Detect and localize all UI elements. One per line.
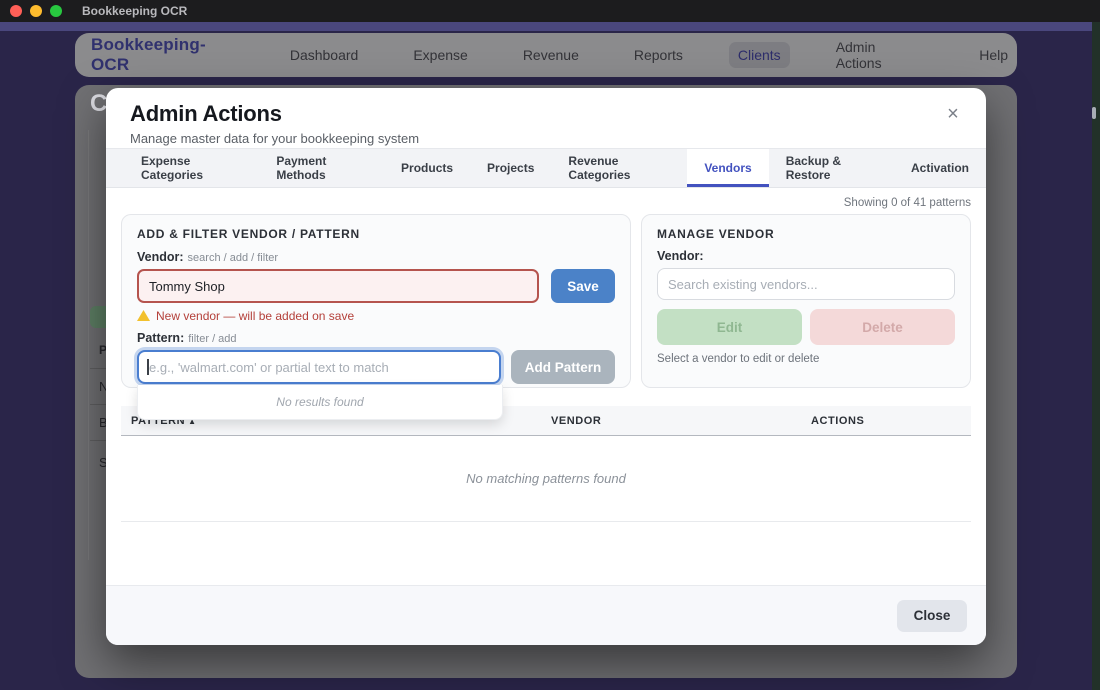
modal-subtitle: Manage master data for your bookkeeping …	[130, 131, 962, 146]
scrollbar-thumb[interactable]	[1092, 107, 1096, 119]
nav-item-admin-actions[interactable]: Admin Actions	[827, 34, 934, 76]
tab-activation[interactable]: Activation	[894, 149, 986, 187]
tab-payment-methods[interactable]: Payment Methods	[259, 149, 384, 187]
window-close-button[interactable]	[10, 5, 22, 17]
vendor-search-input[interactable]	[657, 268, 955, 300]
desktop-edge	[1092, 22, 1100, 690]
modal-footer: Close	[106, 585, 986, 645]
panel-heading: MANAGE VENDOR	[657, 227, 955, 241]
nav-item-revenue[interactable]: Revenue	[514, 42, 588, 68]
vendor-label: Vendor:	[657, 249, 704, 263]
tab-vendors[interactable]: Vendors	[687, 149, 768, 187]
dropdown-empty-text: No results found	[276, 395, 363, 409]
warning-text: New vendor — will be added on save	[156, 309, 354, 323]
nav-item-clients[interactable]: Clients	[729, 42, 790, 68]
admin-actions-modal: Admin Actions Manage master data for you…	[106, 88, 986, 645]
panel-heading: ADD & FILTER VENDOR / PATTERN	[137, 227, 615, 241]
add-pattern-button[interactable]: Add Pattern	[511, 350, 615, 384]
close-icon[interactable]: ×	[942, 104, 964, 124]
text-caret	[147, 359, 149, 375]
add-filter-vendor-panel: ADD & FILTER VENDOR / PATTERN Vendor: sea…	[121, 214, 631, 388]
patterns-table-empty-state: No matching patterns found	[121, 436, 971, 522]
patterns-table: PATTERN▲ VENDOR ACTIONS No matching patt…	[121, 406, 971, 522]
showing-count-text: Showing 0 of 41 patterns	[106, 188, 986, 209]
vendor-label: Vendor:	[137, 250, 184, 264]
manage-vendor-panel: MANAGE VENDOR Vendor: Edit Delete Select…	[641, 214, 971, 388]
tab-backup-restore[interactable]: Backup & Restore	[769, 149, 894, 187]
app-top-strip	[0, 22, 1100, 31]
pattern-autocomplete-dropdown: No results found	[137, 385, 503, 420]
column-header-actions: ACTIONS	[811, 415, 971, 427]
pattern-hint: filter / add	[188, 333, 236, 345]
save-button[interactable]: Save	[551, 269, 615, 303]
new-vendor-warning: New vendor — will be added on save	[137, 308, 615, 323]
manage-vendor-label: Vendor:	[657, 249, 955, 263]
pattern-field-label: Pattern: filter / add	[137, 331, 615, 345]
vendor-input[interactable]	[137, 269, 539, 303]
pattern-label: Pattern:	[137, 331, 184, 345]
edit-button[interactable]: Edit	[657, 309, 802, 345]
nav-item-dashboard[interactable]: Dashboard	[281, 42, 368, 68]
pattern-input[interactable]	[137, 350, 501, 384]
modal-header: Admin Actions Manage master data for you…	[106, 88, 986, 148]
nav-item-expense[interactable]: Expense	[404, 42, 476, 68]
tab-projects[interactable]: Projects	[470, 149, 551, 187]
delete-button[interactable]: Delete	[810, 309, 955, 345]
window-minimize-button[interactable]	[30, 5, 42, 17]
modal-tabbar: Expense Categories Payment Methods Produ…	[106, 148, 986, 188]
tab-expense-categories[interactable]: Expense Categories	[124, 149, 259, 187]
window-zoom-button[interactable]	[50, 5, 62, 17]
app-navbar: Bookkeeping-OCR Dashboard Expense Revenu…	[75, 33, 1017, 77]
modal-title: Admin Actions	[130, 101, 962, 127]
warning-icon	[137, 310, 150, 321]
brand-logo[interactable]: Bookkeeping-OCR	[91, 35, 244, 75]
nav-item-help[interactable]: Help	[970, 42, 1017, 68]
nav-item-reports[interactable]: Reports	[625, 42, 692, 68]
empty-state-text: No matching patterns found	[466, 471, 626, 486]
close-button[interactable]: Close	[897, 600, 967, 632]
vendor-hint: search / add / filter	[188, 252, 279, 264]
window-title: Bookkeeping OCR	[82, 4, 187, 18]
tab-products[interactable]: Products	[384, 149, 470, 187]
manage-note: Select a vendor to edit or delete	[657, 353, 955, 365]
tab-revenue-categories[interactable]: Revenue Categories	[551, 149, 687, 187]
vendor-field-label: Vendor: search / add / filter	[137, 250, 615, 264]
column-header-vendor[interactable]: VENDOR	[551, 415, 811, 427]
macos-titlebar: Bookkeeping OCR	[0, 0, 1100, 22]
